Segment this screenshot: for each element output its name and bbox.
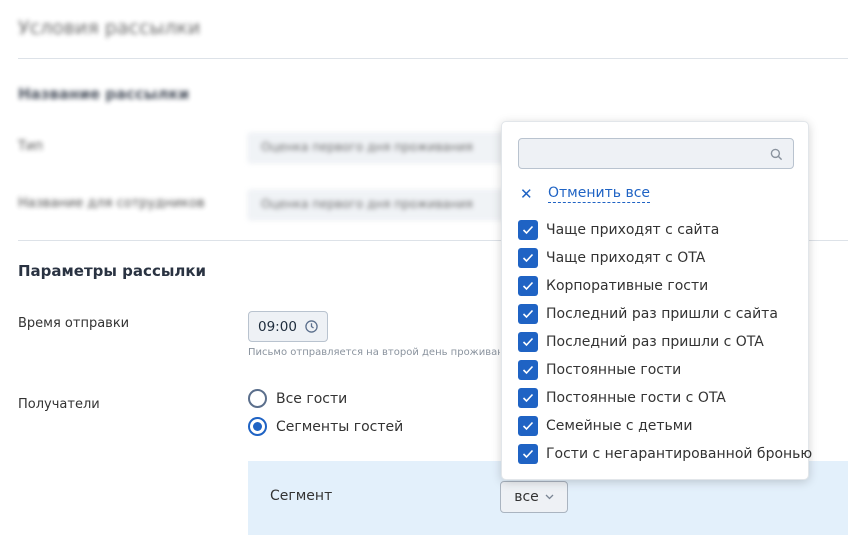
checkbox-checked[interactable] bbox=[518, 388, 538, 408]
checkbox-checked[interactable] bbox=[518, 360, 538, 380]
checkbox-checked[interactable] bbox=[518, 416, 538, 436]
check-icon bbox=[522, 309, 534, 319]
segment-option[interactable]: Гости с негарантированной бронью bbox=[518, 444, 812, 464]
option-label: Последний раз пришли с сайта bbox=[546, 306, 778, 322]
check-icon bbox=[522, 281, 534, 291]
segment-dropdown: ✕ Отменить все Чаще приходят с сайта Чаще… bbox=[501, 121, 812, 480]
option-label: Корпоративные гости bbox=[546, 278, 709, 294]
radio-guest-segments[interactable]: Сегменты гостей bbox=[248, 417, 403, 436]
radio-circle[interactable] bbox=[248, 389, 267, 408]
type-label: Тип bbox=[18, 139, 43, 154]
segment-label: Сегмент bbox=[270, 488, 333, 504]
segment-option[interactable]: Постоянные гости с OTA bbox=[518, 388, 726, 408]
segment-option[interactable]: Последний раз пришли с OTA bbox=[518, 332, 764, 352]
check-icon bbox=[522, 365, 534, 375]
segment-option[interactable]: Постоянные гости bbox=[518, 360, 681, 380]
radio-circle-selected[interactable] bbox=[248, 417, 267, 436]
page-title: Условия рассылки bbox=[18, 17, 201, 39]
time-value: 09:00 bbox=[258, 318, 297, 335]
segment-option[interactable]: Корпоративные гости bbox=[518, 276, 708, 296]
option-label: Чаще приходят с сайта bbox=[546, 222, 720, 238]
segment-option[interactable]: Чаще приходят с сайта bbox=[518, 220, 719, 240]
time-input[interactable]: 09:00 bbox=[248, 311, 328, 342]
option-label: Гости с негарантированной бронью bbox=[546, 446, 813, 462]
checkbox-checked[interactable] bbox=[518, 332, 538, 352]
option-label: Последний раз пришли с OTA bbox=[546, 334, 764, 350]
type-field[interactable]: Оценка первого дня проживания bbox=[247, 132, 507, 164]
segment-select[interactable]: все bbox=[500, 481, 568, 513]
search-icon bbox=[770, 146, 783, 165]
checkbox-checked[interactable] bbox=[518, 276, 538, 296]
cancel-all-button[interactable]: ✕ Отменить все bbox=[520, 185, 651, 203]
check-icon bbox=[522, 393, 534, 403]
check-icon bbox=[522, 225, 534, 235]
time-label: Время отправки bbox=[18, 316, 130, 331]
params-heading: Параметры рассылки bbox=[18, 262, 207, 280]
option-label: Чаще приходят с OTA bbox=[546, 250, 706, 266]
segment-option[interactable]: Последний раз пришли с сайта bbox=[518, 304, 778, 324]
check-icon bbox=[522, 253, 534, 263]
checkbox-checked[interactable] bbox=[518, 220, 538, 240]
name-section-heading: Название рассылки bbox=[18, 85, 190, 103]
option-label: Постоянные гости bbox=[546, 362, 682, 378]
radio-all-guests[interactable]: Все гости bbox=[248, 389, 347, 408]
segment-value: все bbox=[514, 489, 539, 505]
segment-search-input[interactable] bbox=[518, 138, 794, 169]
option-label: Постоянные гости с OTA bbox=[546, 390, 726, 406]
radio-label: Все гости bbox=[276, 390, 348, 407]
cancel-all-label: Отменить все bbox=[548, 185, 651, 203]
chevron-down-icon bbox=[545, 494, 554, 500]
close-icon: ✕ bbox=[520, 185, 533, 203]
checkbox-checked[interactable] bbox=[518, 444, 538, 464]
checkbox-checked[interactable] bbox=[518, 304, 538, 324]
check-icon bbox=[522, 449, 534, 459]
staff-name-field[interactable]: Оценка первого дня проживания bbox=[247, 189, 507, 221]
clock-icon bbox=[305, 320, 318, 333]
check-icon bbox=[522, 421, 534, 431]
divider bbox=[18, 58, 848, 59]
radio-label: Сегменты гостей bbox=[276, 418, 404, 435]
staff-name-label: Название для сотрудников bbox=[18, 196, 205, 211]
recipients-label: Получатели bbox=[18, 397, 100, 412]
checkbox-checked[interactable] bbox=[518, 248, 538, 268]
time-hint: Письмо отправляется на второй день прожи… bbox=[248, 347, 500, 358]
option-label: Семейные с детьми bbox=[546, 418, 693, 434]
check-icon bbox=[522, 337, 534, 347]
segment-option[interactable]: Семейные с детьми bbox=[518, 416, 692, 436]
segment-option[interactable]: Чаще приходят с OTA bbox=[518, 248, 705, 268]
